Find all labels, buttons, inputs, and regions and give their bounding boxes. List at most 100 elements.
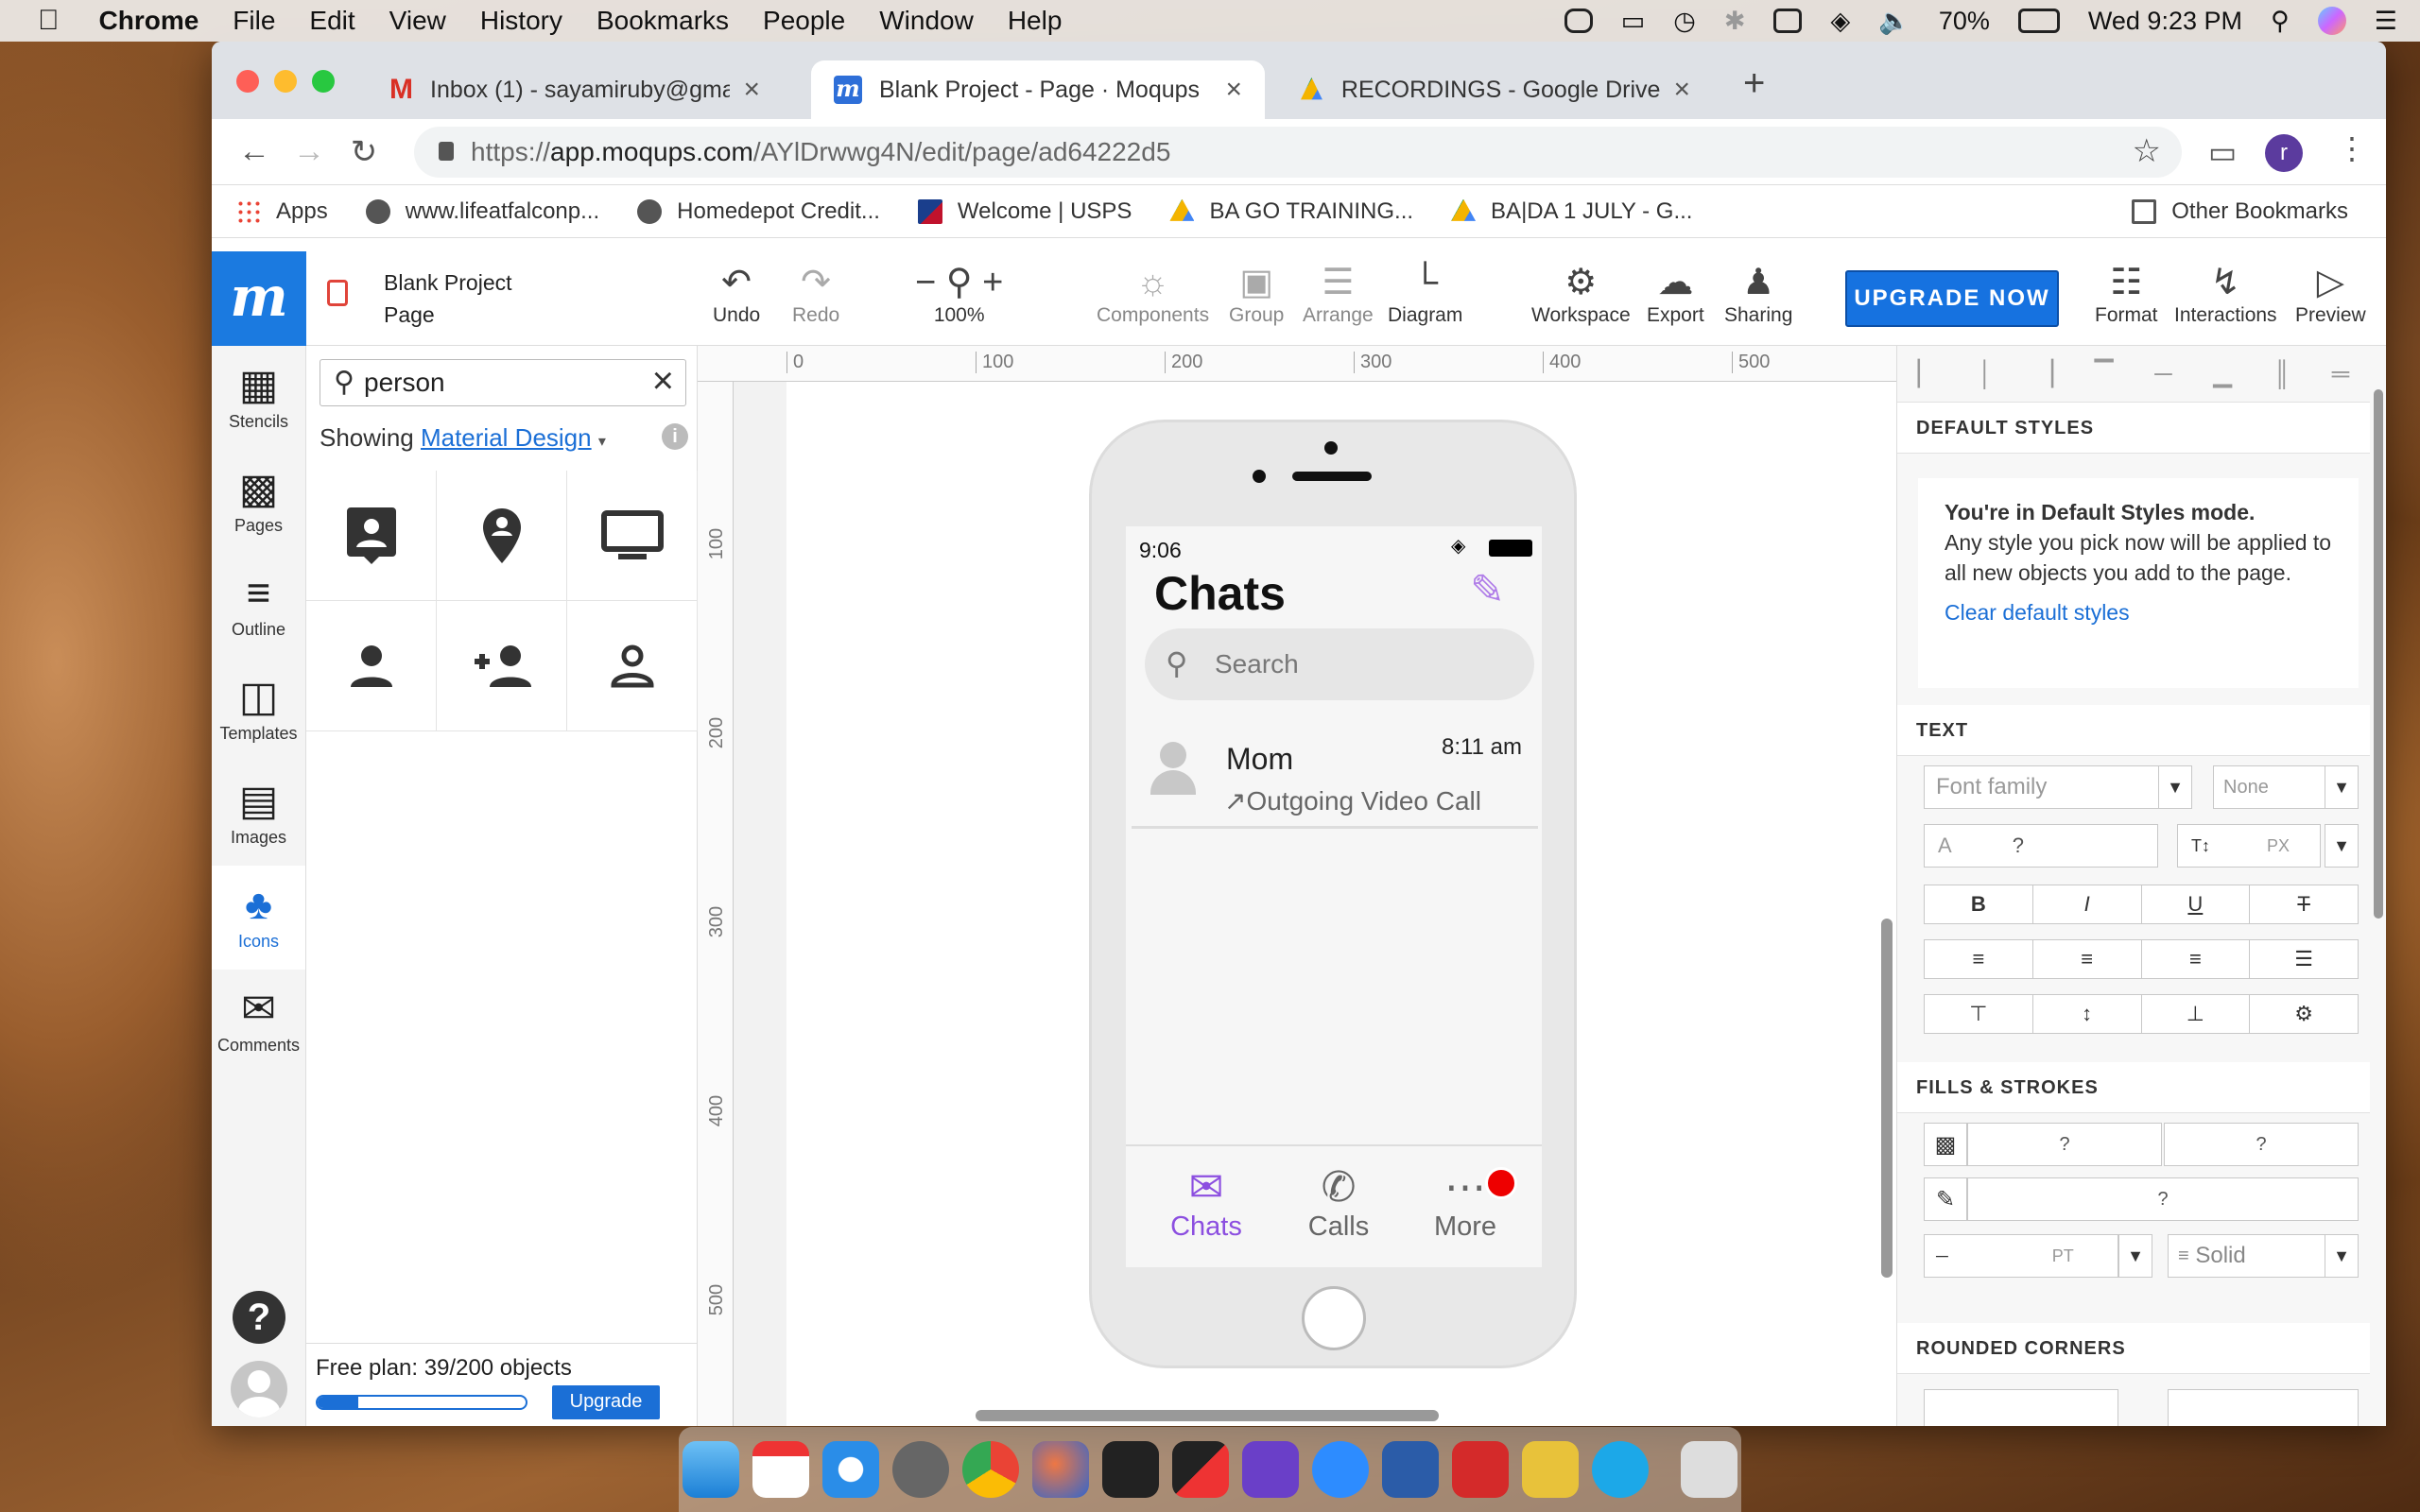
- font-family-select[interactable]: Font family: [1924, 765, 2160, 809]
- menu-people[interactable]: People: [746, 6, 862, 36]
- menu-edit[interactable]: Edit: [292, 6, 372, 36]
- window-zoom-button[interactable]: [312, 70, 335, 93]
- word-icon[interactable]: [1382, 1441, 1439, 1498]
- time-machine-icon[interactable]: ◷: [1673, 7, 1696, 36]
- dropdown-caret-icon[interactable]: ▼: [2158, 765, 2192, 809]
- dropdown-caret-icon[interactable]: ▾: [598, 434, 606, 450]
- tab-moqups[interactable]: m Blank Project - Page · Moqups ×: [811, 60, 1265, 119]
- profile-avatar[interactable]: r: [2265, 134, 2303, 172]
- status-item-icon[interactable]: [1564, 9, 1593, 33]
- rail-outline[interactable]: ≡ Outline: [212, 554, 305, 658]
- bookmark-ba-da[interactable]: BA|DA 1 JULY - G...: [1451, 198, 1692, 225]
- apple-icon[interactable]: : [0, 5, 82, 37]
- cast-icon[interactable]: ▭: [2208, 134, 2237, 170]
- chat-row[interactable]: Mom 8:11 am ↗Outgoing Video Call: [1132, 721, 1538, 829]
- strikethrough-icon[interactable]: T: [2250, 885, 2358, 923]
- align-top-icon[interactable]: ▔: [2095, 359, 2114, 388]
- chrome-icon[interactable]: [962, 1441, 1019, 1498]
- gear-icon[interactable]: ⚙: [2250, 995, 2358, 1033]
- menu-history[interactable]: History: [463, 6, 579, 36]
- zoom-out-icon[interactable]: −: [915, 263, 936, 302]
- rail-images[interactable]: ▤ Images: [212, 762, 305, 866]
- project-title[interactable]: Blank Project Page: [384, 266, 512, 331]
- redo-button[interactable]: ↷ Redo: [792, 261, 839, 327]
- preview-button[interactable]: ▷ Preview: [2295, 261, 2366, 327]
- volume-icon[interactable]: 🔈: [1878, 6, 1910, 36]
- fill-color-field[interactable]: ?: [1967, 1123, 2162, 1166]
- app-icon[interactable]: [1172, 1441, 1229, 1498]
- valign-bottom-icon[interactable]: ⊥: [2142, 995, 2251, 1033]
- upgrade-now-button[interactable]: UPGRADE NOW: [1845, 270, 2059, 327]
- spotlight-icon[interactable]: ⚲: [2271, 7, 2290, 36]
- app-icon[interactable]: [1242, 1441, 1299, 1498]
- close-icon[interactable]: ×: [1660, 74, 1690, 106]
- bookmark-ba-go[interactable]: BA GO TRAINING...: [1169, 198, 1413, 225]
- window-minimize-button[interactable]: [274, 70, 297, 93]
- icon-result[interactable]: [306, 601, 437, 731]
- system-preferences-icon[interactable]: [892, 1441, 949, 1498]
- components-button[interactable]: ☼ Components: [1097, 261, 1209, 327]
- user-avatar[interactable]: [231, 1361, 287, 1418]
- moqups-logo[interactable]: m: [212, 251, 306, 346]
- wifi-icon[interactable]: ◈: [1830, 7, 1850, 36]
- mockup-tab-calls[interactable]: ✆ Calls: [1277, 1163, 1400, 1243]
- interactions-button[interactable]: ↯ Interactions: [2174, 261, 2277, 327]
- upgrade-button[interactable]: Upgrade: [552, 1385, 660, 1419]
- text-align-left-icon[interactable]: ≡: [1925, 940, 2033, 978]
- valign-middle-icon[interactable]: ↕: [2033, 995, 2142, 1033]
- other-bookmarks[interactable]: Other Bookmarks: [2132, 198, 2348, 225]
- calendar-icon[interactable]: [752, 1441, 809, 1498]
- menu-view[interactable]: View: [372, 6, 463, 36]
- rail-templates[interactable]: ◫ Templates: [212, 658, 305, 762]
- underline-icon[interactable]: U: [2142, 885, 2251, 923]
- text-align-center-icon[interactable]: ≡: [2033, 940, 2142, 978]
- new-tab-button[interactable]: +: [1743, 62, 1765, 105]
- reload-icon[interactable]: ↻: [337, 133, 391, 171]
- icon-search-input[interactable]: ⚲ person ×: [320, 359, 686, 406]
- align-center-icon[interactable]: │: [1978, 359, 1993, 388]
- stroke-width-field[interactable]: ─ PT: [1924, 1234, 2118, 1278]
- align-right-icon[interactable]: ▕: [2034, 359, 2053, 388]
- stroke-color-field[interactable]: ?: [1967, 1177, 2359, 1221]
- vertical-scrollbar[interactable]: [1881, 919, 1893, 1278]
- help-icon[interactable]: ?: [233, 1291, 285, 1344]
- back-icon[interactable]: ←: [227, 133, 282, 170]
- rail-pages[interactable]: ▩ Pages: [212, 450, 305, 554]
- font-weight-select[interactable]: None: [2213, 765, 2326, 809]
- export-button[interactable]: ☁ Export: [1647, 261, 1704, 327]
- align-left-icon[interactable]: ▏: [1918, 359, 1937, 388]
- close-icon[interactable]: ×: [730, 74, 760, 106]
- italic-icon[interactable]: I: [2033, 885, 2142, 923]
- undo-button[interactable]: ↶ Undo: [713, 261, 760, 327]
- terminal-icon[interactable]: [1102, 1441, 1159, 1498]
- horizontal-scrollbar[interactable]: [976, 1410, 1439, 1421]
- font-size-field[interactable]: T↕ PX: [2177, 824, 2321, 868]
- bookmark-lifeatfalcon[interactable]: www.lifeatfalconp...: [365, 198, 599, 225]
- clear-icon[interactable]: ×: [652, 360, 674, 403]
- app-icon[interactable]: [1032, 1441, 1089, 1498]
- zoom-in-icon[interactable]: +: [982, 263, 1003, 302]
- panel-scrollbar[interactable]: [2374, 389, 2383, 919]
- fill-opacity-field[interactable]: ?: [2164, 1123, 2359, 1166]
- mockup-tab-more[interactable]: ⋯ More: [1404, 1163, 1527, 1243]
- bluetooth-icon[interactable]: ✱: [1724, 7, 1746, 36]
- menu-help[interactable]: Help: [991, 6, 1080, 36]
- window-close-button[interactable]: [236, 70, 259, 93]
- menu-window[interactable]: Window: [862, 6, 991, 36]
- rail-icons[interactable]: ♣ Icons: [212, 866, 305, 970]
- rail-stencils[interactable]: ▦ Stencils: [212, 346, 305, 450]
- close-icon[interactable]: ×: [1212, 74, 1242, 106]
- menu-app-name[interactable]: Chrome: [82, 6, 216, 36]
- text-color-field[interactable]: A?: [1924, 824, 2158, 868]
- icon-result[interactable]: [567, 471, 698, 601]
- canvas-page[interactable]: 9:06 ◈ Chats ✎ ⚲ Search Mom 8:11 am ↗Out…: [786, 382, 1896, 1426]
- icon-set-link[interactable]: Material Design: [421, 423, 592, 452]
- menubar-clock[interactable]: Wed 9:23 PM: [2088, 7, 2242, 36]
- dropdown-caret-icon[interactable]: ▼: [2325, 765, 2359, 809]
- forward-icon[interactable]: →: [282, 133, 337, 170]
- corner-radius-field[interactable]: [1924, 1389, 2118, 1426]
- notification-center-icon[interactable]: ☰: [2375, 7, 2397, 36]
- rail-comments[interactable]: ✉ Comments: [212, 970, 305, 1074]
- icon-result[interactable]: [567, 601, 698, 731]
- text-justify-icon[interactable]: ☰: [2250, 940, 2358, 978]
